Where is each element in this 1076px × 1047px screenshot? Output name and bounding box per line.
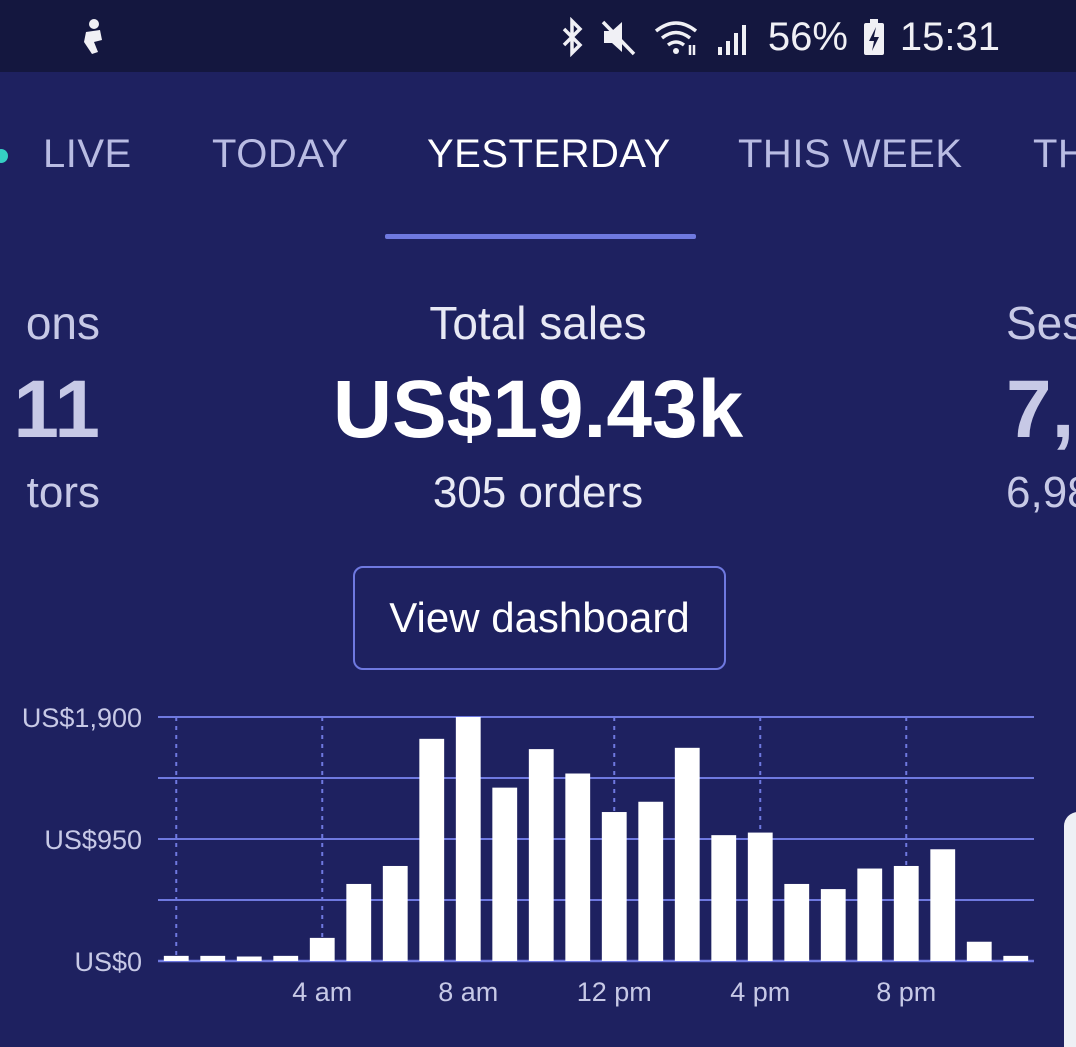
y-axis-tick-label: US$0 <box>74 947 142 977</box>
wifi-icon <box>652 17 702 57</box>
chart-bar <box>309 937 335 961</box>
battery-charging-icon <box>862 17 886 57</box>
signal-icon <box>716 17 754 57</box>
period-tabs: LIVE TODAY YESTERDAY THIS WEEK TH <box>0 72 1076 242</box>
clock: 15:31 <box>899 14 1000 59</box>
chart-bar <box>674 747 700 961</box>
metric-title: Total sales <box>429 297 647 349</box>
metric-subtext: 305 orders <box>432 468 644 517</box>
metric-title: Ses <box>1006 297 1076 349</box>
y-axis-tick-label: US$1,900 <box>22 703 142 733</box>
hourly-sales-chart: US$1,900 US$950 US$0 4 am 8 am 12 pm 4 pm 8 pm <box>0 690 1076 1047</box>
chart-bar <box>966 941 992 961</box>
x-axis-tick-label: 8 pm <box>876 977 936 1007</box>
chart-bar <box>601 812 627 961</box>
tab-next-partial[interactable]: TH <box>1033 132 1076 192</box>
chart-bar <box>930 849 956 961</box>
tab-today[interactable]: TODAY <box>212 132 349 192</box>
mute-icon <box>600 17 638 57</box>
metric-subtext: 6,98 <box>1006 468 1076 517</box>
x-axis-tick-label: 8 am <box>438 977 498 1007</box>
x-axis-tick-label: 12 pm <box>577 977 652 1007</box>
chart-bar <box>163 955 189 961</box>
metric-card-next[interactable]: Ses 7, 6,98 <box>1006 296 1076 524</box>
side-panel-edge <box>1064 812 1076 1047</box>
chart-bar <box>200 955 226 961</box>
chart-bar <box>419 738 445 961</box>
metric-value: 7, <box>1006 364 1075 455</box>
chart-bar <box>346 883 372 961</box>
metric-value: US$19.43k <box>332 364 744 455</box>
chart-bar <box>273 955 299 961</box>
notification-icon <box>78 18 108 58</box>
chart-bar <box>455 717 481 961</box>
chart-svg: US$1,900 US$950 US$0 4 am 8 am 12 pm 4 pm 8 pm <box>22 703 1034 1007</box>
metric-card-total-sales: Total sales US$19.43k 305 orders <box>0 296 1076 524</box>
view-dashboard-button[interactable]: View dashboard <box>353 566 726 670</box>
status-bar: 56% 15:31 <box>0 0 1076 72</box>
chart-bar <box>1003 955 1029 961</box>
chart-bar <box>747 832 773 961</box>
chart-bar <box>638 801 664 961</box>
chart-bar <box>857 868 883 961</box>
tab-yesterday[interactable]: YESTERDAY <box>427 132 671 192</box>
tab-this-week[interactable]: THIS WEEK <box>738 132 963 192</box>
tab-live[interactable]: LIVE <box>43 132 132 192</box>
chart-bar <box>492 787 518 961</box>
live-indicator-dot <box>0 149 8 163</box>
battery-percent: 56% <box>767 14 848 59</box>
chart-bar <box>711 835 737 961</box>
x-axis-tick-label: 4 am <box>292 977 352 1007</box>
x-axis-tick-label: 4 pm <box>730 977 790 1007</box>
chart-bar <box>565 773 591 961</box>
y-axis-tick-label: US$950 <box>44 825 142 855</box>
status-icons: 56% 15:31 <box>560 12 1000 62</box>
active-tab-indicator <box>385 234 696 239</box>
chart-bar <box>784 883 810 961</box>
bluetooth-icon <box>560 16 586 58</box>
chart-bar <box>382 865 408 961</box>
chart-bar <box>528 749 554 961</box>
chart-bar <box>893 865 919 961</box>
chart-bar <box>236 956 262 961</box>
chart-bar <box>820 889 846 961</box>
